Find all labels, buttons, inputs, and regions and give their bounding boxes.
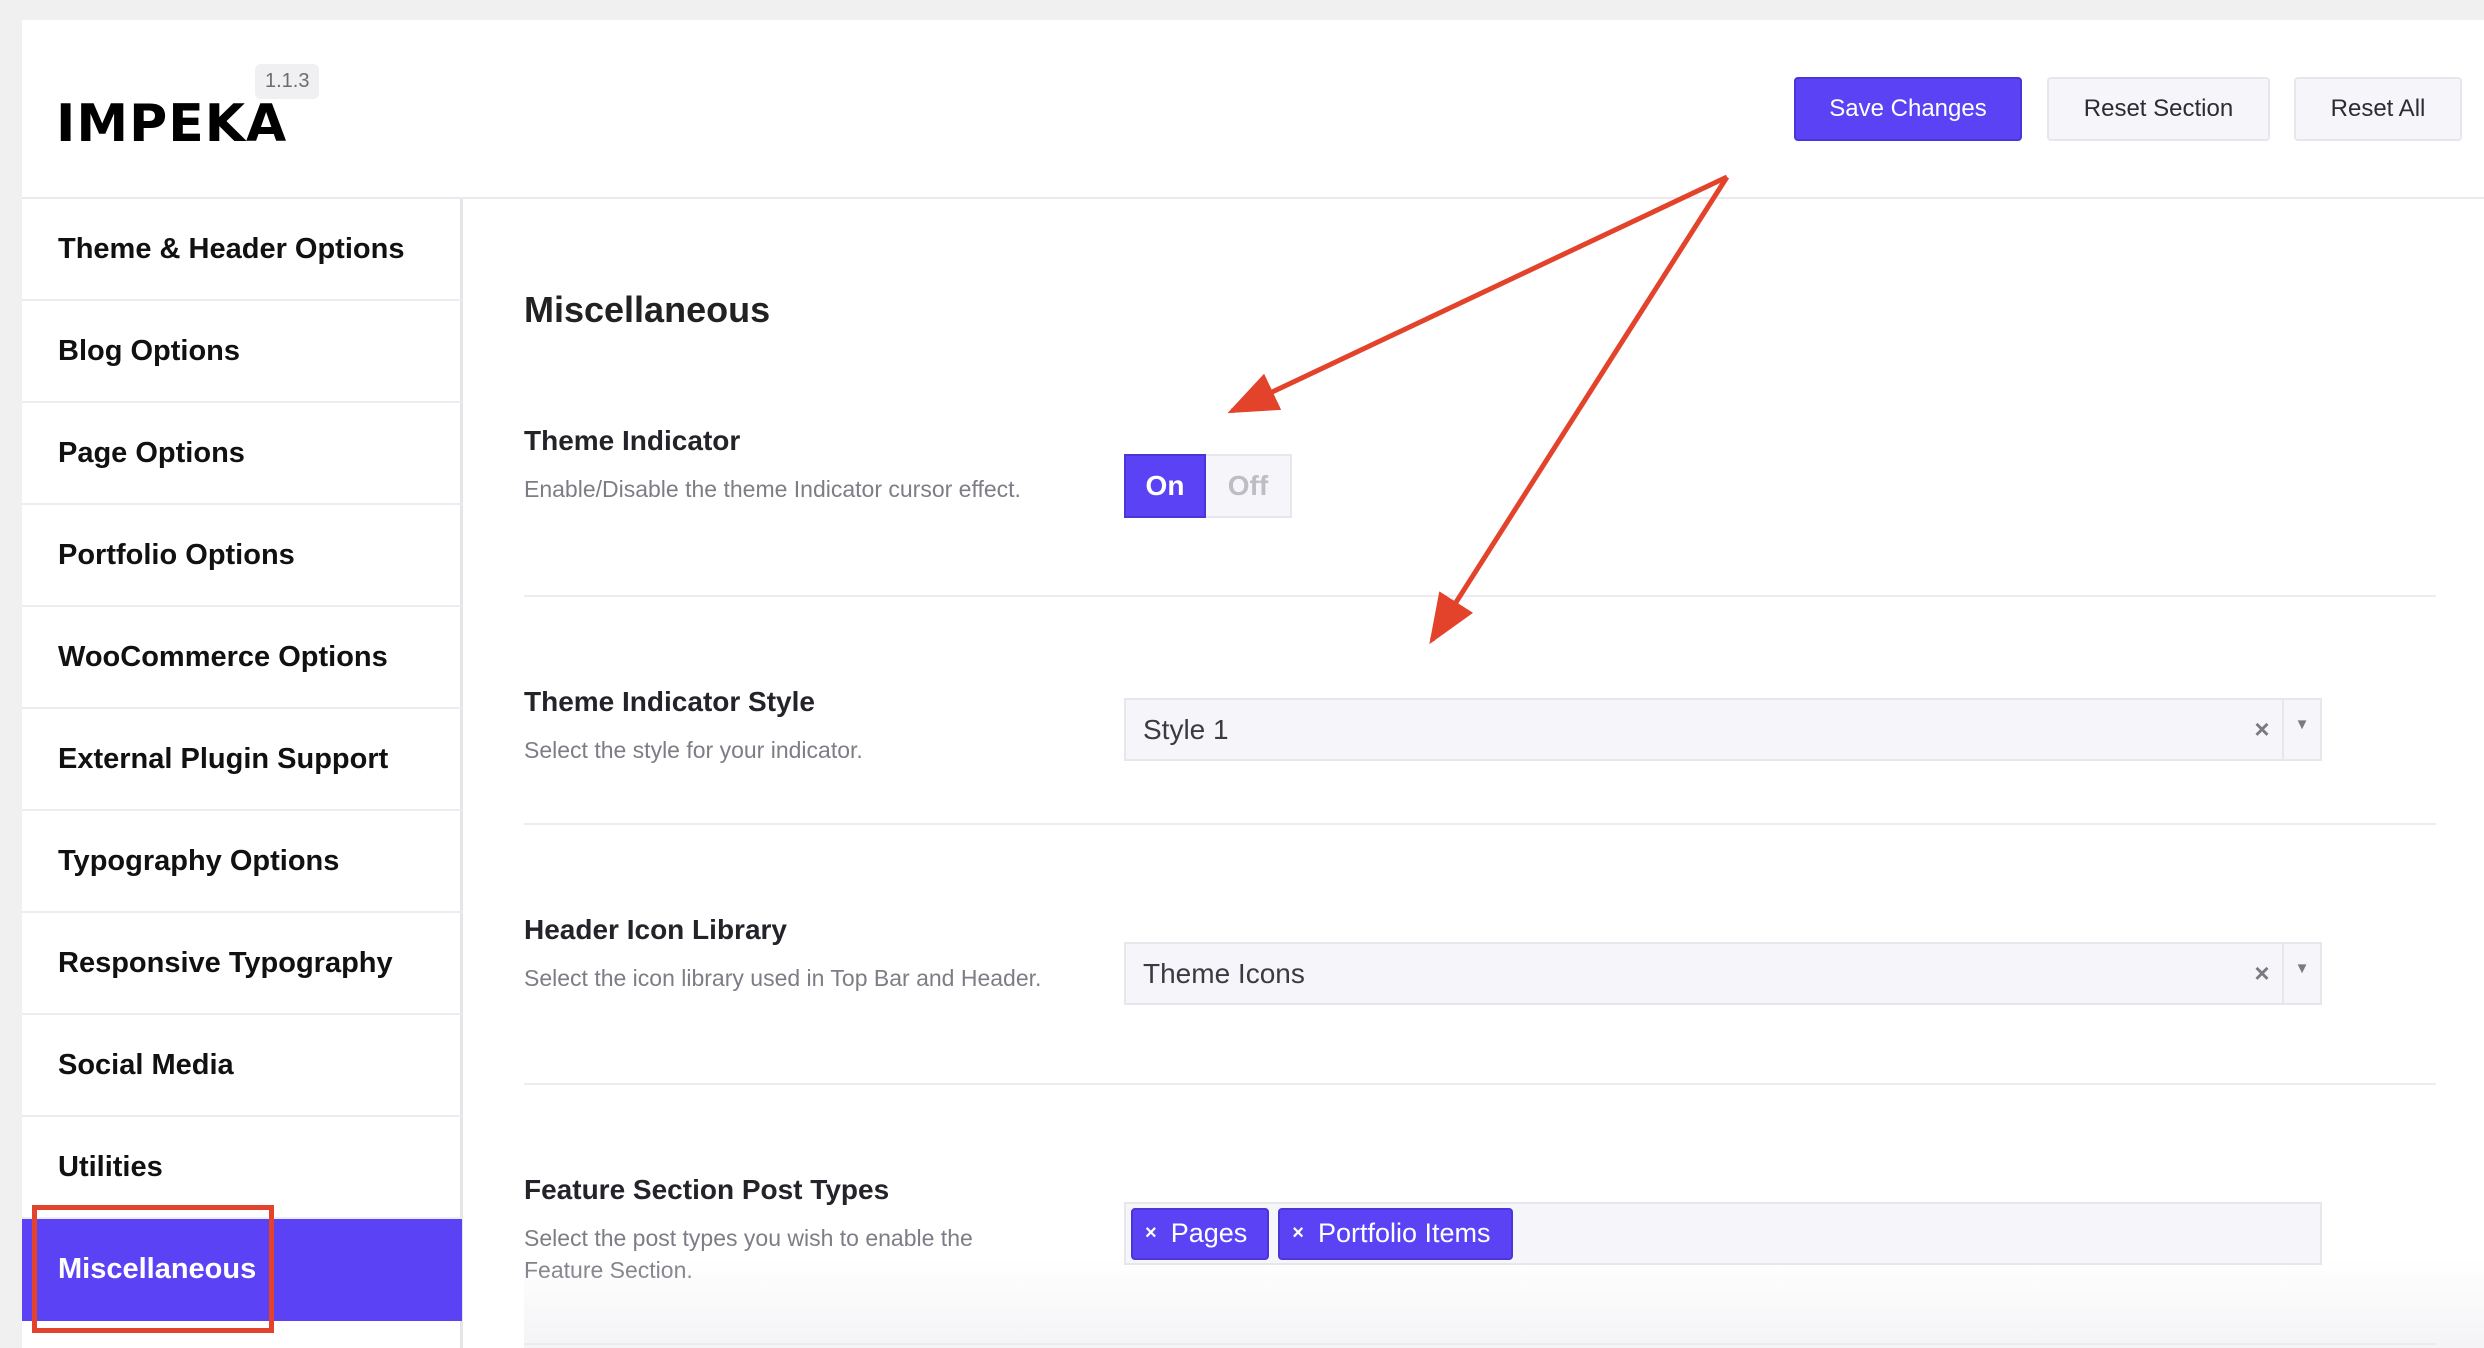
sidebar-item-utilities[interactable]: Utilities — [22, 1117, 462, 1219]
theme-indicator-style-select[interactable]: Style 1 × ▼ — [1124, 698, 2322, 761]
feature-section-post-types-multiselect[interactable]: × Pages × Portfolio Items — [1124, 1202, 2322, 1265]
feature-section-post-types-label: Feature Section Post Types — [524, 1174, 890, 1205]
tag-pages: × Pages — [1131, 1207, 1270, 1260]
sidebar-item-responsive-typography[interactable]: Responsive Typography — [22, 913, 462, 1015]
clear-icon[interactable]: × — [2242, 714, 2282, 745]
tag-remove-icon[interactable]: × — [1145, 1222, 1157, 1245]
tag-label: Portfolio Items — [1317, 1218, 1491, 1248]
toggle-off-option[interactable]: Off — [1206, 456, 1290, 516]
sidebar-item-portfolio-options[interactable]: Portfolio Options — [22, 505, 462, 607]
main-content: Miscellaneous Theme Indicator Enable/Dis… — [524, 199, 2484, 1348]
sidebar-item-social-media[interactable]: Social Media — [22, 1015, 462, 1117]
section-divider — [524, 1083, 2436, 1085]
header-icon-library-description: Select the icon library used in Top Bar … — [524, 965, 1042, 991]
sidebar-item-page-options[interactable]: Page Options — [22, 403, 462, 505]
chevron-down-icon[interactable]: ▼ — [2282, 700, 2320, 759]
sidebar-item-typography-options[interactable]: Typography Options — [22, 811, 462, 913]
page-title: Miscellaneous — [524, 289, 771, 330]
tag-remove-icon[interactable]: × — [1292, 1222, 1304, 1245]
tag-label: Pages — [1170, 1218, 1248, 1248]
tag-portfolio-items: × Portfolio Items — [1278, 1207, 1513, 1260]
sidebar-nav: Theme & Header Options Blog Options Page… — [22, 199, 463, 1348]
header-icon-library-label: Header Icon Library — [524, 914, 787, 945]
sidebar-item-theme-header-options[interactable]: Theme & Header Options — [22, 199, 462, 301]
theme-indicator-toggle: On Off — [1124, 454, 1292, 518]
select-value: Theme Icons — [1143, 957, 1305, 989]
impeka-logo: IMPEKA — [56, 84, 287, 164]
section-divider — [524, 595, 2436, 597]
toggle-on-option[interactable]: On — [1124, 454, 1206, 518]
section-divider — [524, 823, 2436, 825]
save-changes-button[interactable]: Save Changes — [1794, 77, 2022, 141]
sidebar-item-external-plugin-support[interactable]: External Plugin Support — [22, 709, 462, 811]
reset-section-button[interactable]: Reset Section — [2047, 77, 2270, 141]
sidebar-item-blog-options[interactable]: Blog Options — [22, 301, 462, 403]
feature-section-post-types-description: Select the post types you wish to enable… — [524, 1225, 973, 1283]
options-panel: IMPEKA 1.1.3 Save Changes Reset Section … — [22, 20, 2484, 1348]
select-value: Style 1 — [1143, 713, 1229, 745]
theme-indicator-style-description: Select the style for your indicator. — [524, 737, 863, 763]
theme-indicator-style-label: Theme Indicator Style — [524, 686, 815, 717]
theme-indicator-description: Enable/Disable the theme Indicator curso… — [524, 476, 1021, 502]
version-badge: 1.1.3 — [255, 64, 320, 99]
header-icon-library-select[interactable]: Theme Icons × ▼ — [1124, 942, 2322, 1005]
sidebar-item-miscellaneous[interactable]: Miscellaneous — [22, 1219, 462, 1321]
clear-icon[interactable]: × — [2242, 958, 2282, 989]
reset-all-button[interactable]: Reset All — [2294, 77, 2462, 141]
header: IMPEKA 1.1.3 Save Changes Reset Section … — [22, 20, 2484, 199]
logo-text: IMPEKA — [56, 94, 288, 154]
chevron-down-icon[interactable]: ▼ — [2282, 944, 2320, 1003]
sidebar-item-woocommerce-options[interactable]: WooCommerce Options — [22, 607, 462, 709]
theme-indicator-label: Theme Indicator — [524, 425, 741, 456]
section-divider — [524, 1343, 2436, 1345]
